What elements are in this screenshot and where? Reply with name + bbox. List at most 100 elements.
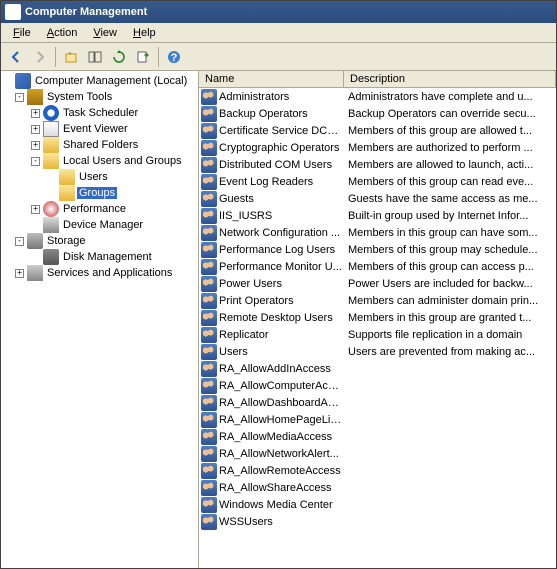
group-description: Power Users are included for backw... bbox=[344, 278, 556, 290]
group-icon bbox=[201, 395, 217, 411]
list-item[interactable]: Cryptographic OperatorsMembers are autho… bbox=[199, 139, 556, 156]
group-name: Print Operators bbox=[219, 295, 294, 307]
tree-shared-folders[interactable]: + Shared Folders bbox=[3, 137, 196, 153]
list-item[interactable]: UsersUsers are prevented from making ac.… bbox=[199, 343, 556, 360]
collapse-icon[interactable]: - bbox=[31, 157, 40, 166]
folder-icon bbox=[43, 137, 59, 153]
list-item[interactable]: RA_AllowShareAccess bbox=[199, 479, 556, 496]
expand-icon[interactable]: + bbox=[15, 269, 24, 278]
tree-local-users-groups[interactable]: - Local Users and Groups bbox=[3, 153, 196, 169]
list-item[interactable]: RA_AllowHomePageLinks bbox=[199, 411, 556, 428]
group-icon bbox=[201, 225, 217, 241]
tree-disk-management[interactable]: Disk Management bbox=[3, 249, 196, 265]
group-description: Members in this group are granted t... bbox=[344, 312, 556, 324]
collapse-icon[interactable]: - bbox=[15, 237, 24, 246]
list-item[interactable]: Event Log ReadersMembers of this group c… bbox=[199, 173, 556, 190]
group-icon bbox=[201, 157, 217, 173]
tree-device-manager[interactable]: Device Manager bbox=[3, 217, 196, 233]
group-name: RA_AllowMediaAccess bbox=[219, 431, 332, 443]
users-folder-icon bbox=[43, 153, 59, 169]
group-name: Guests bbox=[219, 193, 254, 205]
tree-services-applications[interactable]: + Services and Applications bbox=[3, 265, 196, 281]
list-item[interactable]: ReplicatorSupports file replication in a… bbox=[199, 326, 556, 343]
list-item[interactable]: Remote Desktop Users Members in this grou… bbox=[199, 309, 556, 326]
menu-action[interactable]: Action bbox=[39, 25, 86, 41]
group-name: RA_AllowNetworkAlert... bbox=[219, 448, 339, 460]
group-icon bbox=[201, 106, 217, 122]
group-icon bbox=[201, 497, 217, 513]
list-item[interactable]: Print OperatorsMembers can administer do… bbox=[199, 292, 556, 309]
group-icon bbox=[201, 327, 217, 343]
group-description: Members of this group may schedule... bbox=[344, 244, 556, 256]
tree-root[interactable]: Computer Management (Local) bbox=[3, 73, 196, 89]
list-item[interactable]: Distributed COM UsersMembers are allowed… bbox=[199, 156, 556, 173]
group-icon bbox=[201, 140, 217, 156]
list-item[interactable]: Backup Operators Backup Operators can ove… bbox=[199, 105, 556, 122]
scheduler-icon bbox=[43, 105, 59, 121]
expand-icon[interactable]: + bbox=[31, 125, 40, 134]
group-name: RA_AllowShareAccess bbox=[219, 482, 332, 494]
list-item[interactable]: Performance Monitor U...Members of this … bbox=[199, 258, 556, 275]
menu-view[interactable]: View bbox=[85, 25, 125, 41]
group-description: Members are authorized to perform ... bbox=[344, 142, 556, 154]
list-item[interactable]: Windows Media Center bbox=[199, 496, 556, 513]
group-icon bbox=[201, 259, 217, 275]
group-icon bbox=[201, 191, 217, 207]
menu-help[interactable]: Help bbox=[125, 25, 164, 41]
group-name: Distributed COM Users bbox=[219, 159, 332, 171]
list-item[interactable]: RA_AllowMediaAccess bbox=[199, 428, 556, 445]
tree-event-viewer[interactable]: + Event Viewer bbox=[3, 121, 196, 137]
list-item[interactable]: IIS_IUSRSBuilt-in group used by Internet… bbox=[199, 207, 556, 224]
tools-icon bbox=[27, 89, 43, 105]
tree-pane[interactable]: Computer Management (Local) - System Too… bbox=[1, 71, 199, 568]
group-name: Performance Monitor U... bbox=[219, 261, 342, 273]
tree-performance[interactable]: + Performance bbox=[3, 201, 196, 217]
list-item[interactable]: Network Configuration ...Members in this… bbox=[199, 224, 556, 241]
group-icon bbox=[201, 310, 217, 326]
list-item[interactable]: AdministratorsAdministrators have comple… bbox=[199, 88, 556, 105]
show-hide-tree-button[interactable] bbox=[84, 46, 106, 68]
group-name: Network Configuration ... bbox=[219, 227, 340, 239]
forward-button[interactable] bbox=[29, 46, 51, 68]
group-icon bbox=[201, 463, 217, 479]
group-description: Backup Operators can override secu... bbox=[344, 108, 556, 120]
expand-icon[interactable]: + bbox=[31, 205, 40, 214]
list-item[interactable]: RA_AllowComputerAccess bbox=[199, 377, 556, 394]
list-pane[interactable]: Name Description AdministratorsAdministr… bbox=[199, 71, 556, 568]
refresh-button[interactable] bbox=[108, 46, 130, 68]
list-item[interactable]: Power Users Power Users are included for … bbox=[199, 275, 556, 292]
mmc-icon bbox=[15, 73, 31, 89]
group-name: RA_AllowHomePageLinks bbox=[219, 414, 344, 426]
export-button[interactable] bbox=[132, 46, 154, 68]
back-button[interactable] bbox=[5, 46, 27, 68]
list-item[interactable]: RA_AllowRemoteAccess bbox=[199, 462, 556, 479]
group-name: Backup Operators bbox=[219, 108, 308, 120]
tree-storage[interactable]: - Storage bbox=[3, 233, 196, 249]
column-header-description[interactable]: Description bbox=[344, 71, 556, 87]
list-item[interactable]: WSSUsers bbox=[199, 513, 556, 530]
expand-icon[interactable]: + bbox=[31, 109, 40, 118]
group-icon bbox=[201, 293, 217, 309]
tree-task-scheduler[interactable]: + Task Scheduler bbox=[3, 105, 196, 121]
up-button[interactable] bbox=[60, 46, 82, 68]
group-name: Power Users bbox=[219, 278, 282, 290]
group-icon bbox=[201, 446, 217, 462]
list-item[interactable]: GuestsGuests have the same access as me.… bbox=[199, 190, 556, 207]
expand-icon[interactable]: + bbox=[31, 141, 40, 150]
collapse-icon[interactable]: - bbox=[15, 93, 24, 102]
menu-file[interactable]: File bbox=[5, 25, 39, 41]
tree-users[interactable]: Users bbox=[3, 169, 196, 185]
column-header-name[interactable]: Name bbox=[199, 71, 344, 87]
disk-icon bbox=[43, 249, 59, 265]
list-item[interactable]: Performance Log UsersMembers of this gro… bbox=[199, 241, 556, 258]
tree-system-tools[interactable]: - System Tools bbox=[3, 89, 196, 105]
help-button[interactable]: ? bbox=[163, 46, 185, 68]
group-description: Members of this group are allowed t... bbox=[344, 125, 556, 137]
window-title: Computer Management bbox=[25, 6, 147, 18]
tree-groups[interactable]: Groups bbox=[3, 185, 196, 201]
list-item[interactable]: RA_AllowNetworkAlert... bbox=[199, 445, 556, 462]
list-item[interactable]: RA_AllowAddInAccess bbox=[199, 360, 556, 377]
list-item[interactable]: RA_AllowDashboardAcc... bbox=[199, 394, 556, 411]
list-item[interactable]: Certificate Service DCO...Members of thi… bbox=[199, 122, 556, 139]
group-name: Remote Desktop Users bbox=[219, 312, 333, 324]
